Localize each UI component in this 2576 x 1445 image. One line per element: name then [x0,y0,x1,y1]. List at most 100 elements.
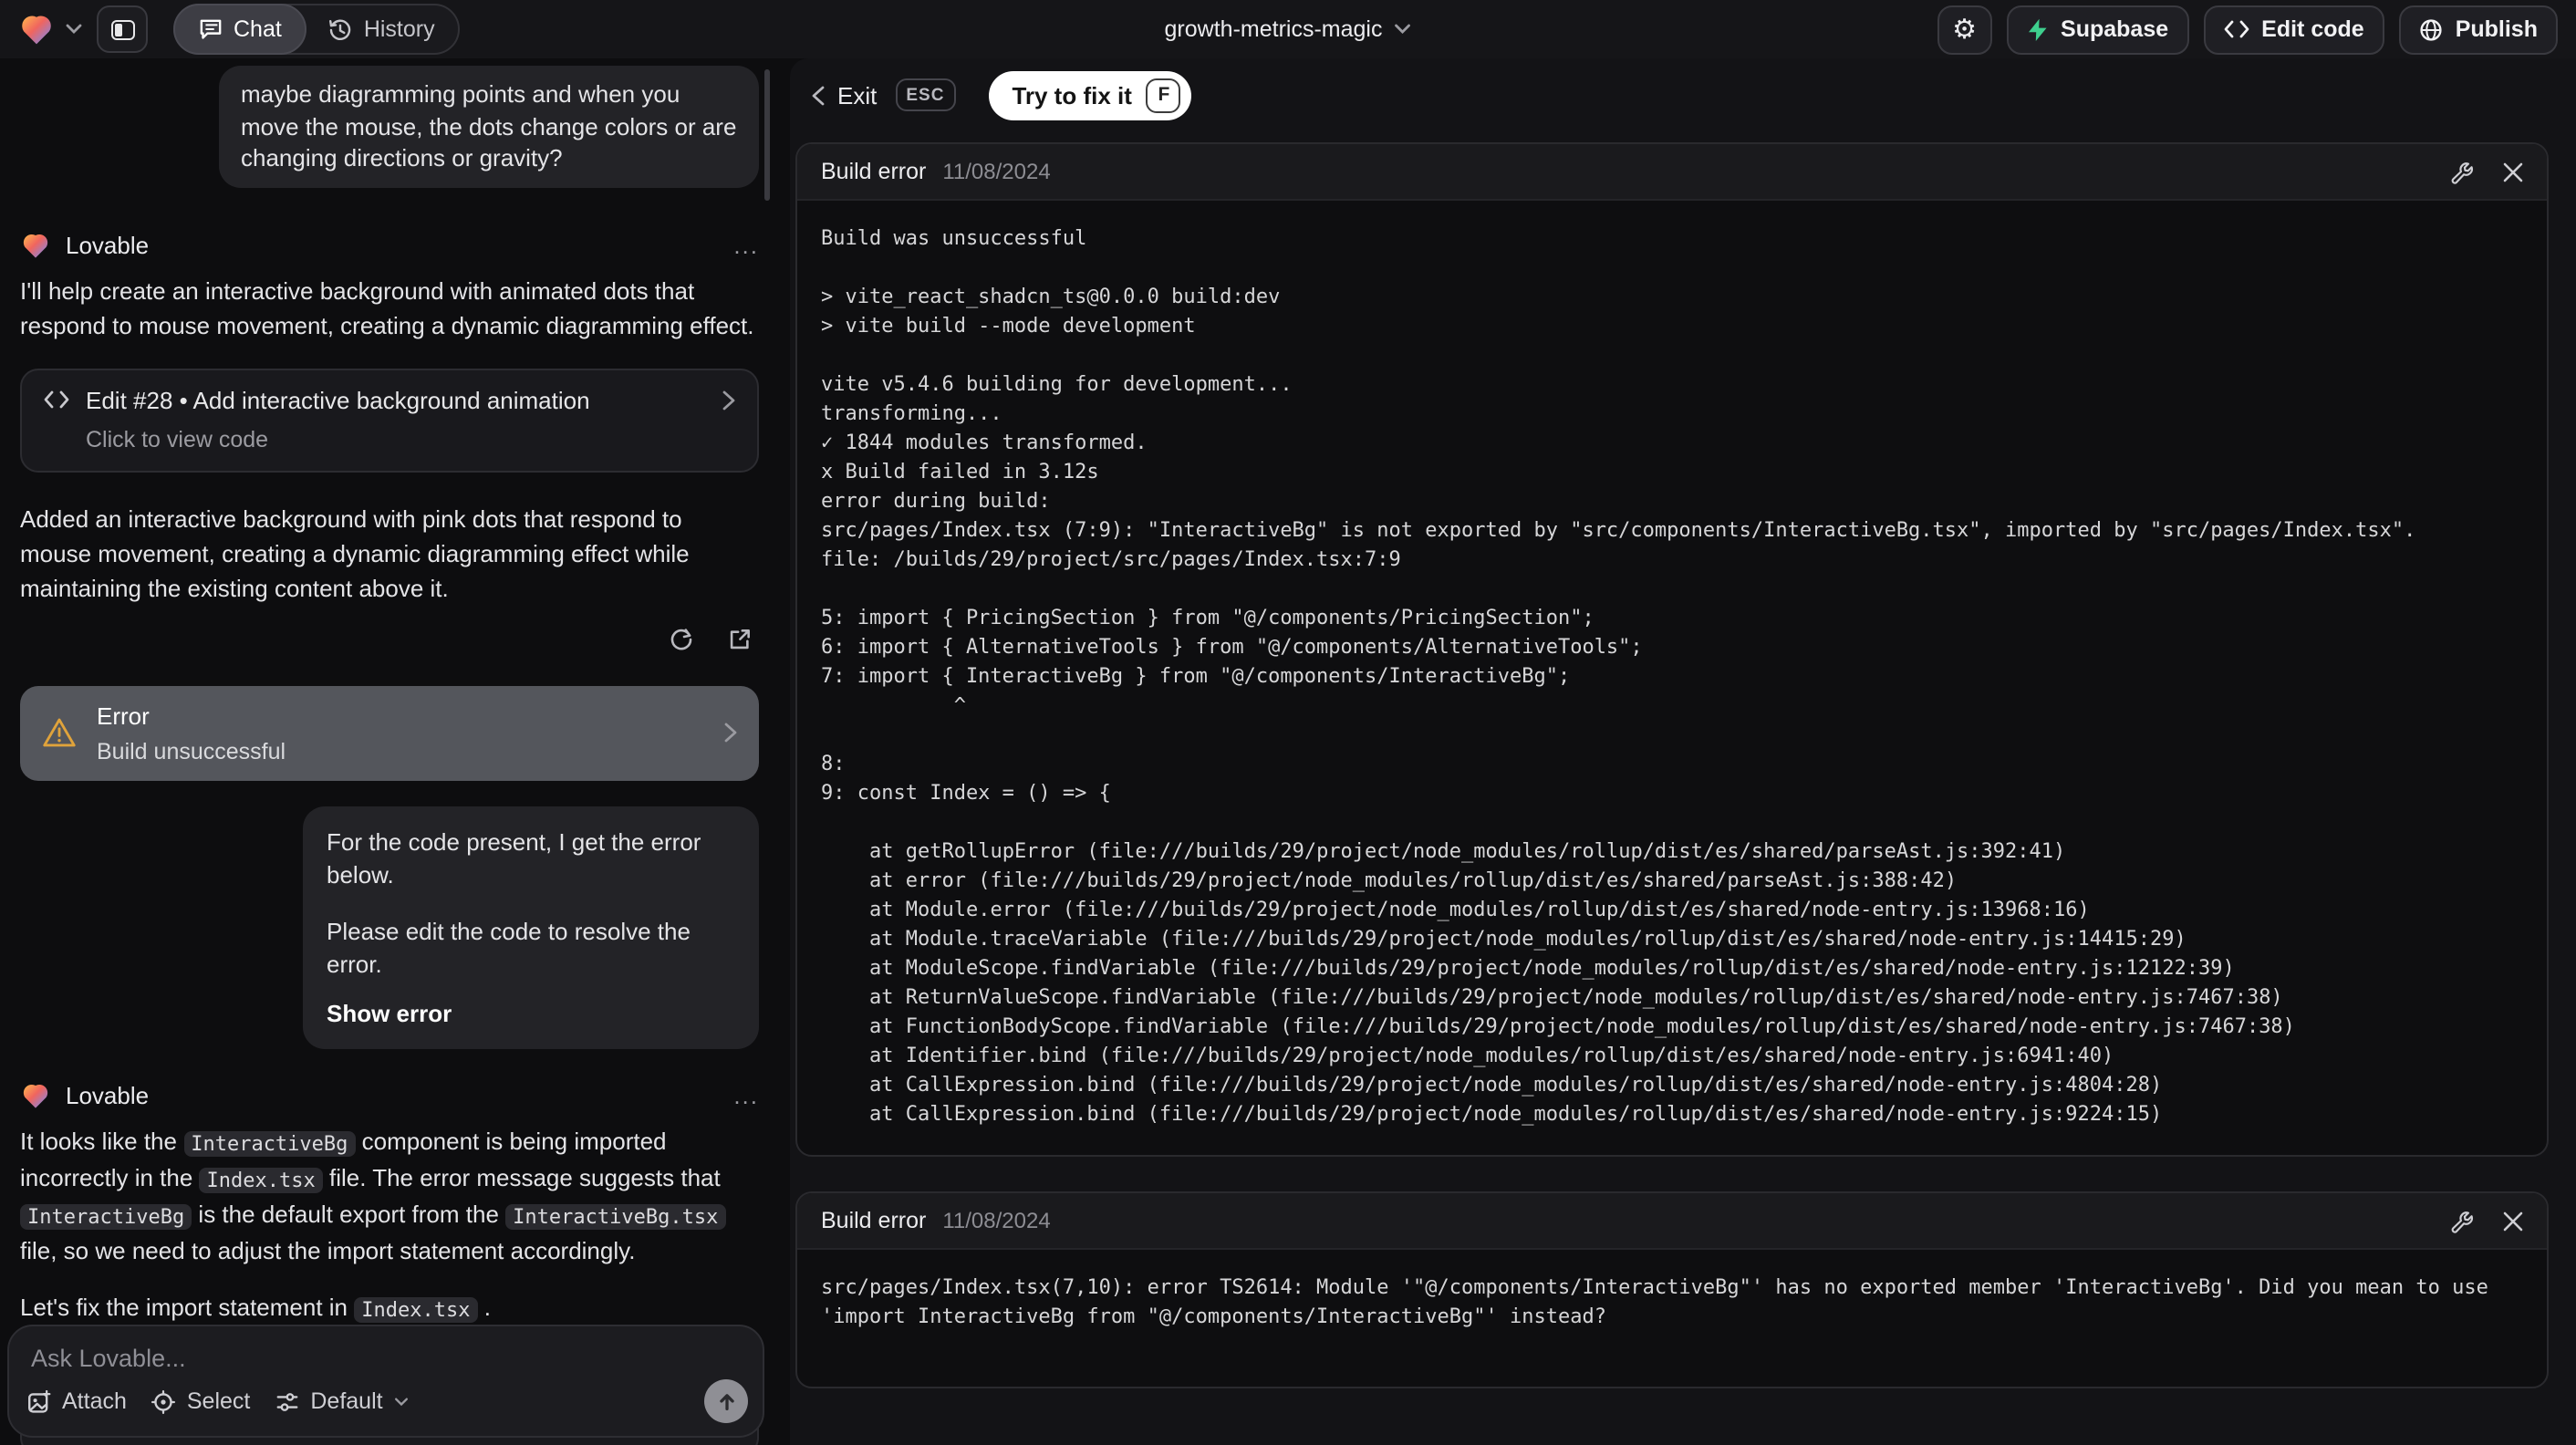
chat-scrollbar[interactable] [764,69,770,201]
build-error-header: Build error 11/08/2024 [797,144,2547,201]
tab-chat-label: Chat [234,16,282,42]
error-card-title: Error [97,702,150,729]
external-link-icon [727,628,751,651]
assistant-header: Lovable ... [20,231,759,258]
exit-label: Exit [837,81,878,109]
edit-card-28[interactable]: Edit #28 • Add interactive background an… [20,368,759,472]
top-bar: Chat History growth-metrics-magic ⚙ Supa… [0,0,2576,58]
chevron-left-icon [812,85,825,105]
assistant-message: It looks like the InteractiveBg componen… [20,1124,759,1268]
esc-keycap: ESC [895,78,956,111]
f-keycap: F [1146,78,1181,112]
edit-code-label: Edit code [2261,16,2364,42]
history-clock-icon [329,17,353,41]
lovable-avatar [20,231,51,258]
mode-select[interactable]: Default [275,1388,408,1414]
gear-icon: ⚙ [1952,14,1978,45]
select-label: Select [186,1388,251,1414]
settings-button[interactable]: ⚙ [1937,5,1992,54]
edit-card-title: Edit #28 • Add interactive background an… [86,386,590,413]
refresh-icon [669,628,692,651]
tab-chat[interactable]: Chat [173,4,307,55]
user-message-line: Please edit the code to resolve the erro… [327,917,691,977]
restore-button[interactable] [660,619,701,660]
workspace-chevron-down-icon[interactable] [66,24,82,35]
supabase-icon [2026,17,2048,41]
attach-label: Attach [62,1388,127,1414]
try-to-fix-button[interactable]: Try to fix it F [988,70,1192,120]
send-button[interactable] [704,1379,748,1423]
inline-code: InteractiveBg [20,1203,192,1229]
lovable-logo-icon[interactable] [18,13,55,46]
supabase-button[interactable]: Supabase [2006,5,2189,54]
code-brackets-icon [2223,20,2249,38]
panel-left-icon [110,19,134,39]
user-message: maybe diagramming points and when you mo… [219,66,759,187]
open-preview-button[interactable] [719,619,759,660]
tab-history[interactable]: History [306,5,459,53]
project-name: growth-metrics-magic [1164,16,1383,42]
close-icon[interactable] [2503,161,2523,182]
build-error-card-1: Build error 11/08/2024 Build was unsucce… [795,142,2549,1157]
chevron-right-icon [724,722,737,743]
assistant-message: Added an interactive background with pin… [20,504,690,601]
inline-code: InteractiveBg.tsx [505,1203,726,1229]
lovable-avatar [20,1082,51,1109]
inline-code: Index.tsx [354,1296,478,1322]
assistant-name: Lovable [66,231,150,258]
message-actions [20,619,759,660]
user-message-line: For the code present, I get the error be… [327,827,701,888]
close-icon[interactable] [2503,1211,2523,1231]
attach-button[interactable]: Attach [27,1388,127,1414]
globe-icon [2419,17,2443,41]
build-error-date: 11/08/2024 [942,159,1051,184]
project-switcher[interactable]: growth-metrics-magic [1165,0,1412,58]
build-error-log[interactable]: src/pages/Index.tsx(7,10): error TS2614:… [797,1250,2547,1387]
publish-button[interactable]: Publish [2398,5,2558,54]
user-message: For the code present, I get the error be… [303,806,759,1049]
build-error-title: Build error [821,159,927,184]
assistant-name: Lovable [66,1082,150,1109]
assistant-message: I'll help create an interactive backgrou… [20,276,754,338]
chat-panel: maybe diagramming points and when you mo… [0,58,774,1445]
edit-code-button[interactable]: Edit code [2203,5,2384,54]
fix-wrench-button[interactable] [2450,1209,2474,1232]
project-chevron-down-icon [1395,24,1411,35]
select-target-icon [151,1389,176,1413]
build-error-log[interactable]: Build was unsuccessful > vite_react_shad… [797,201,2547,1155]
exit-button[interactable]: Exit [812,81,877,109]
build-error-header: Build error 11/08/2024 [797,1193,2547,1250]
publish-label: Publish [2455,16,2538,42]
build-error-summary-card[interactable]: Error Build unsuccessful [20,685,759,780]
build-error-title: Build error [821,1208,927,1233]
edit-card-subtitle: Click to view code [86,426,269,452]
chevron-down-icon [394,1397,409,1406]
sliders-icon [275,1389,299,1413]
chat-history-tab-group: Chat History [173,4,461,55]
arrow-up-icon [716,1391,736,1411]
mode-label: Default [310,1388,383,1414]
fix-wrench-button[interactable] [2450,160,2474,183]
tab-history-label: History [363,16,435,42]
code-brackets-icon [44,390,69,409]
attach-image-icon [27,1389,51,1413]
supabase-label: Supabase [2061,16,2169,42]
error-card-subtitle: Build unsuccessful [97,738,286,764]
message-more-button[interactable]: ... [733,231,759,258]
inline-code: InteractiveBg [183,1130,356,1156]
composer: Attach Select Default [7,1325,764,1438]
assistant-message: Let's fix the import statement in Index.… [20,1294,491,1322]
chat-bubble-icon [199,18,223,40]
try-to-fix-label: Try to fix it [1012,81,1132,109]
app-window: Chat History growth-metrics-magic ⚙ Supa… [0,0,2576,1445]
build-error-card-2: Build error 11/08/2024 src/pages/Index.t… [795,1191,2549,1388]
inline-code: Index.tsx [199,1167,323,1192]
message-more-button[interactable]: ... [733,1082,759,1109]
select-button[interactable]: Select [151,1388,251,1414]
preview-panel: Exit ESC Try to fix it F Build error 11/… [790,58,2576,1445]
build-error-date: 11/08/2024 [942,1208,1051,1233]
warning-triangle-icon [42,717,77,748]
show-error-link[interactable]: Show error [327,997,735,1029]
assistant-header: Lovable ... [20,1082,759,1109]
sidebar-toggle-button[interactable] [97,5,148,53]
